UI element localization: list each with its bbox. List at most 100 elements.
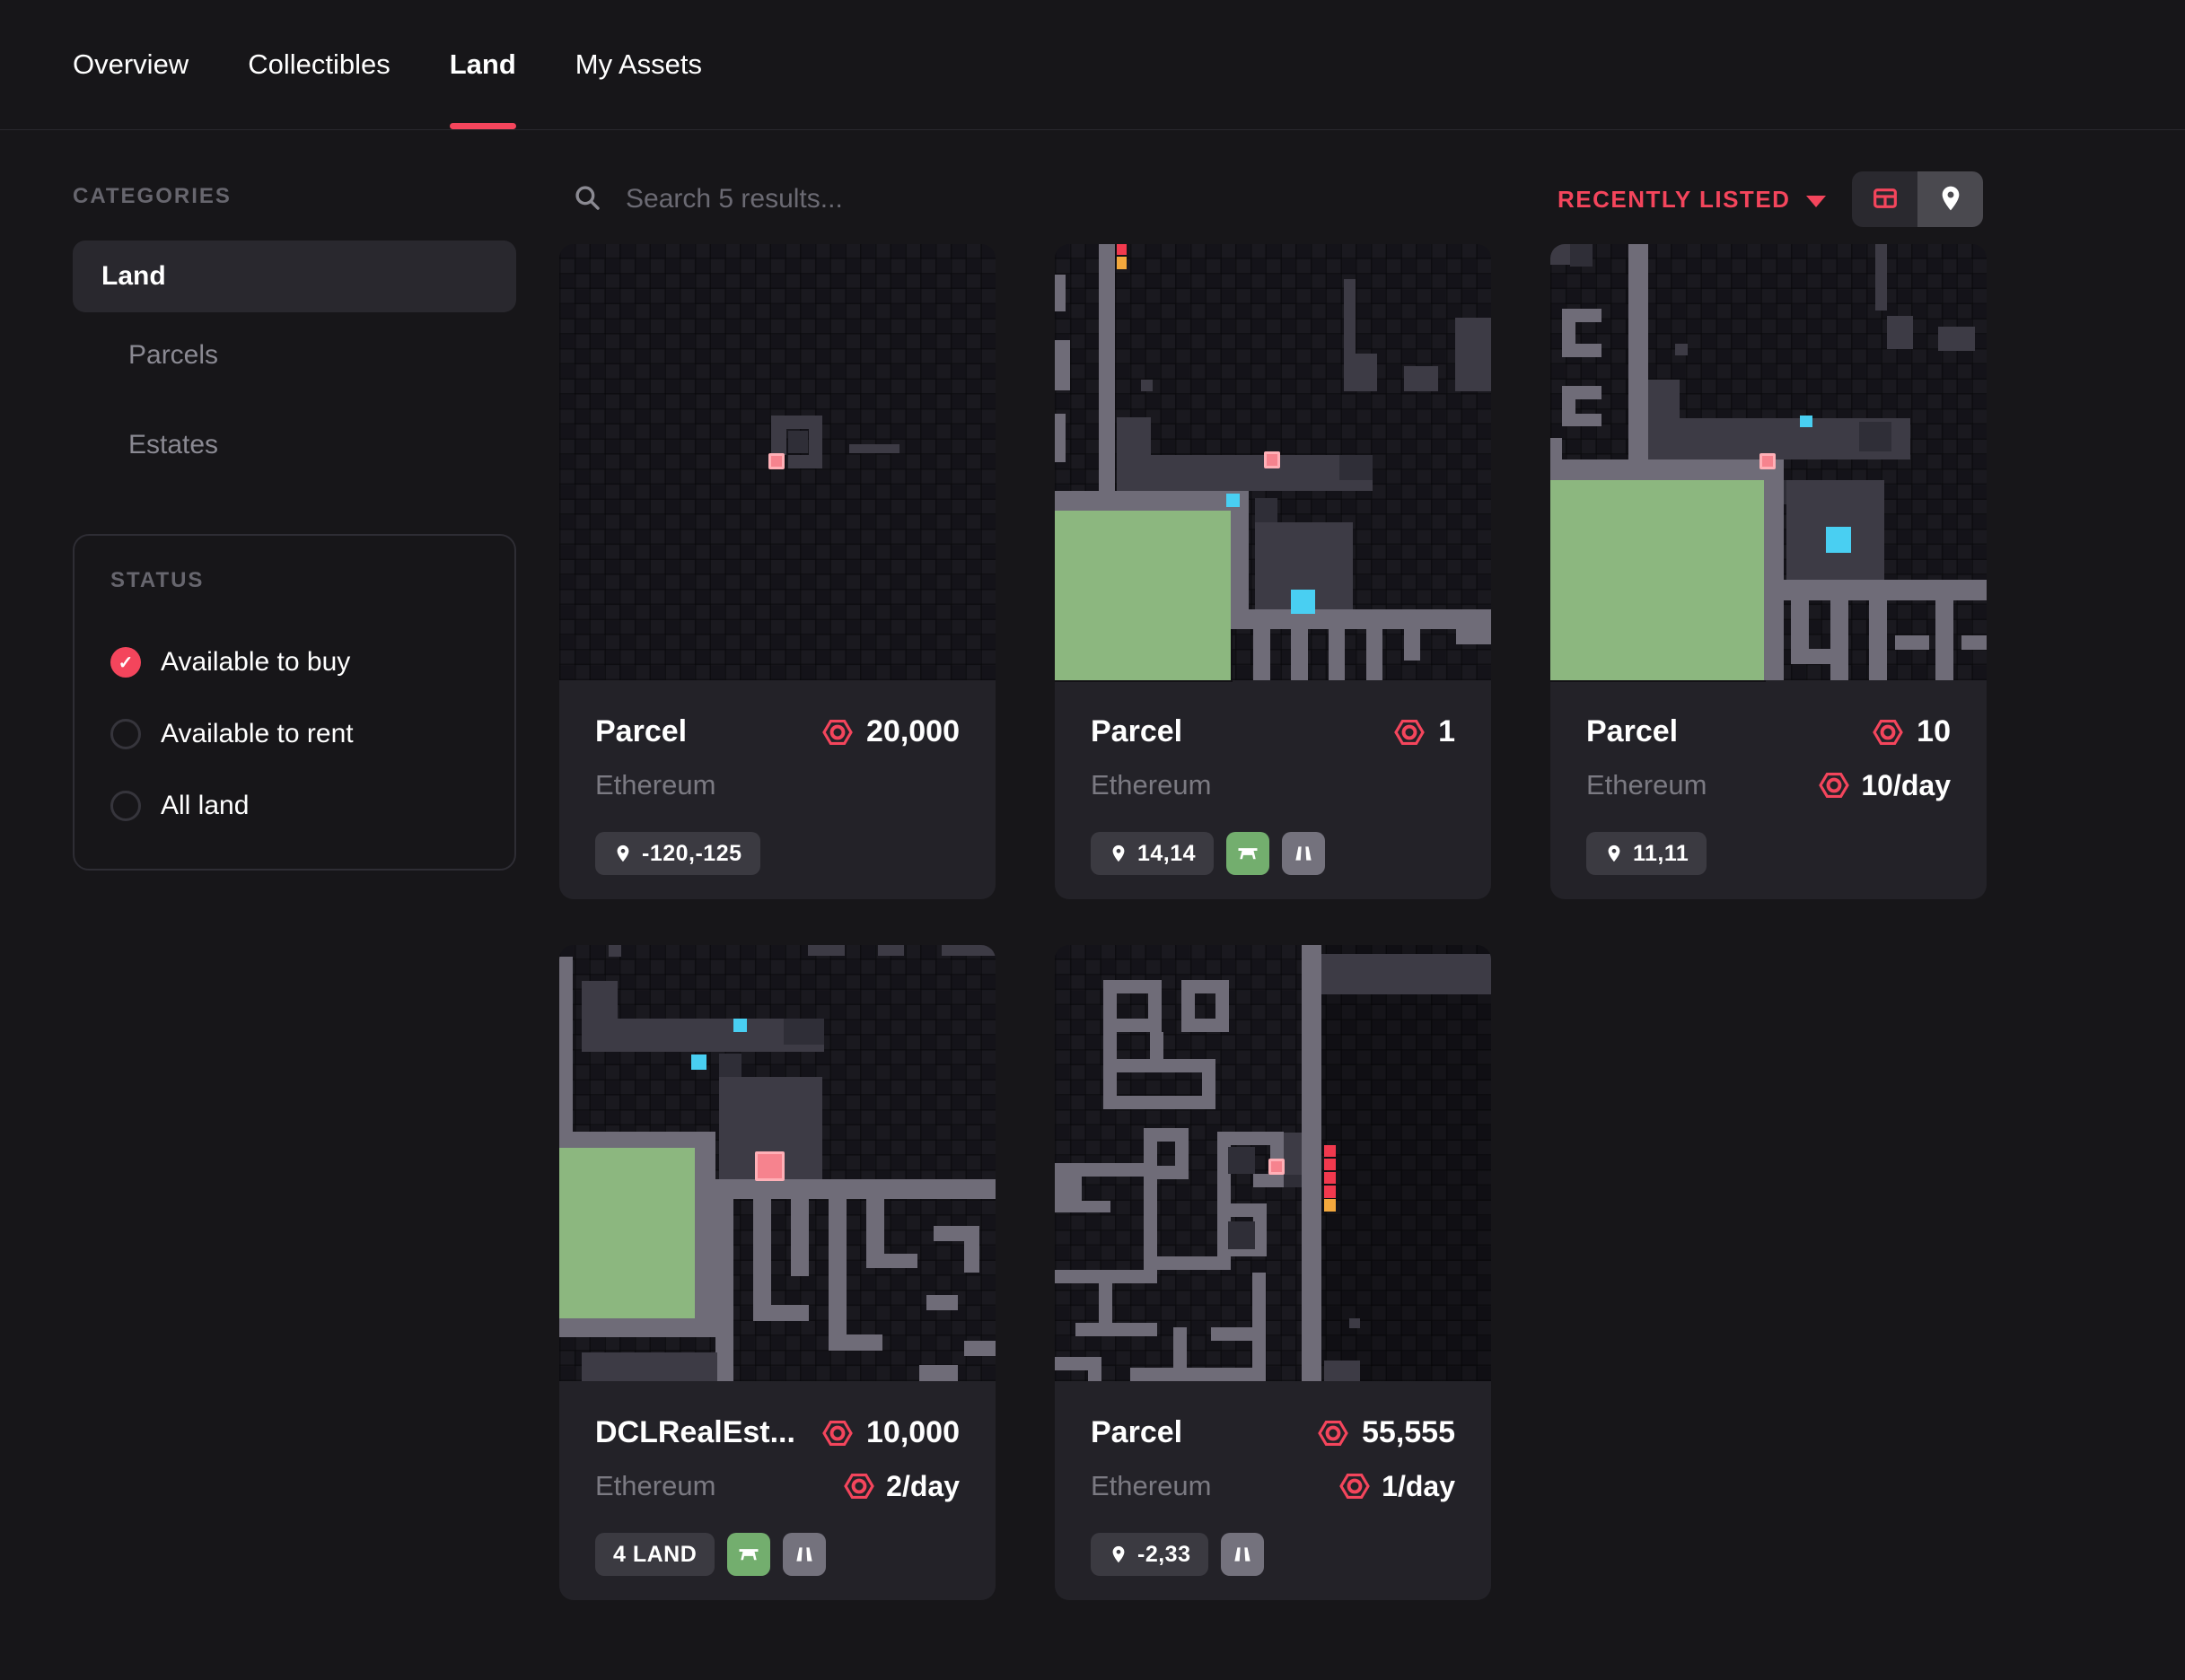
sort-dropdown[interactable]: RECENTLY LISTED (1558, 171, 1826, 228)
map-road (1562, 414, 1601, 425)
map-road (1099, 1283, 1112, 1323)
map-road (829, 1334, 882, 1351)
radio-unchecked-icon[interactable] (110, 719, 141, 749)
map-highlight-orange (1117, 257, 1128, 268)
map-district-block (1570, 244, 1593, 267)
map-district (771, 416, 822, 429)
network-label: Ethereum (1091, 1470, 1211, 1502)
sidebar-item-land[interactable]: Land (73, 241, 516, 312)
parcel-map-preview[interactable] (559, 244, 996, 680)
badge-label: 14,14 (1137, 841, 1196, 867)
land-card[interactable]: Parcel55,555Ethereum1/day-2,33 (1055, 945, 1491, 1600)
map-road (1231, 609, 1491, 629)
price-value: 10,000 (866, 1415, 960, 1450)
parcel-map-preview[interactable] (1055, 945, 1491, 1381)
grid-view-button[interactable] (1852, 171, 1917, 227)
road-badge (1221, 1533, 1264, 1576)
search-input[interactable] (624, 183, 1109, 215)
map-road (1231, 491, 1249, 609)
card-price: 1 (1393, 714, 1455, 749)
sidebar-item-parcels[interactable]: Parcels (73, 327, 516, 384)
card-price: 10 (1872, 714, 1951, 749)
map-road (1079, 1201, 1110, 1212)
map-view-button[interactable] (1917, 171, 1983, 227)
map-district (1648, 380, 1680, 420)
map-highlight-cyan (733, 1019, 747, 1032)
map-road (1103, 1059, 1216, 1108)
map-road (1764, 480, 1784, 680)
status-options: ✓ Available to buy Available to rent All la… (110, 647, 478, 821)
status-heading: STATUS (110, 568, 478, 593)
map-road (1055, 275, 1066, 312)
tab-collectibles[interactable]: Collectibles (248, 0, 390, 129)
tab-land[interactable]: Land (450, 0, 516, 129)
map-district-block (784, 1019, 824, 1044)
land-count-badge: 4 LAND (595, 1533, 715, 1576)
map-park (559, 1148, 695, 1317)
mana-icon (1317, 1417, 1349, 1449)
mana-icon (1872, 716, 1904, 748)
map-road (926, 1295, 958, 1310)
status-option-label: Available to buy (161, 647, 350, 678)
land-card[interactable]: Parcel1Ethereum14,14 (1055, 244, 1491, 899)
map-district-block (1859, 422, 1892, 452)
card-rent-price: 10/day (1818, 769, 1951, 802)
badge-row: 11,11 (1586, 832, 1951, 875)
parcel-map-preview[interactable] (1055, 244, 1491, 680)
land-card[interactable]: Parcel10Ethereum10/day11,11 (1550, 244, 1987, 899)
map-pin-icon (1604, 844, 1624, 863)
land-card[interactable]: Parcel20,000Ethereum-120,-125 (559, 244, 996, 899)
map-road (1562, 344, 1601, 357)
card-title: Parcel (1586, 714, 1678, 749)
radio-checked-icon[interactable]: ✓ (110, 647, 141, 678)
map-district-block (1228, 1147, 1255, 1174)
map-district (878, 945, 903, 956)
map-road (695, 1148, 715, 1317)
status-option-available-to-buy[interactable]: ✓ Available to buy (110, 647, 478, 678)
land-card[interactable]: DCLRealEst...10,000Ethereum2/day4 LAND (559, 945, 996, 1600)
map-road (559, 957, 573, 1131)
map-road (1055, 340, 1070, 389)
map-road (934, 1226, 965, 1241)
map-highlight-cyan (1826, 527, 1851, 552)
location-badge: -2,33 (1091, 1533, 1208, 1576)
map-highlight-cyan (1226, 494, 1240, 507)
status-filter-box: STATUS ✓ Available to buy Available to ren… (73, 534, 516, 871)
tab-my-assets[interactable]: My Assets (575, 0, 702, 129)
map-road (1784, 580, 1987, 600)
card-price: 55,555 (1317, 1415, 1455, 1450)
map-selected-parcel (755, 1151, 785, 1182)
status-option-available-to-rent[interactable]: Available to rent (110, 719, 478, 749)
bench-icon (736, 1542, 761, 1567)
map-highlight-orange (1324, 1199, 1336, 1211)
map-selected-parcel (1759, 453, 1776, 469)
map-road (1366, 629, 1382, 680)
map-shade (1321, 945, 1491, 1381)
status-option-all-land[interactable]: All land (110, 791, 478, 821)
network-label: Ethereum (595, 1470, 715, 1502)
map-district-block (1228, 1221, 1255, 1248)
map-pin-icon (613, 844, 633, 863)
map-road (1103, 980, 1162, 1033)
parcel-map-preview[interactable] (1550, 244, 1987, 680)
radio-unchecked-icon[interactable] (110, 791, 141, 821)
map-district (1344, 279, 1356, 392)
sidebar-item-estates[interactable]: Estates (73, 416, 516, 474)
map-road (791, 1199, 809, 1275)
map-highlight-red (1324, 1159, 1336, 1170)
map-road (1550, 459, 1784, 480)
view-toggle (1852, 171, 1983, 227)
search-bar[interactable] (572, 171, 1109, 228)
badge-label: -2,33 (1137, 1542, 1190, 1568)
map-district (1887, 316, 1912, 349)
map-road (866, 1254, 917, 1269)
map-road (1895, 635, 1930, 651)
top-nav: Overview Collectibles Land My Assets (0, 0, 2185, 130)
map-road (1291, 629, 1307, 680)
map-road (1055, 1163, 1082, 1212)
card-title: DCLRealEst... (595, 1415, 795, 1450)
parcel-map-preview[interactable] (559, 945, 996, 1381)
map-road (1099, 244, 1115, 491)
card-rent-price: 1/day (1338, 1470, 1455, 1503)
tab-overview[interactable]: Overview (73, 0, 189, 129)
